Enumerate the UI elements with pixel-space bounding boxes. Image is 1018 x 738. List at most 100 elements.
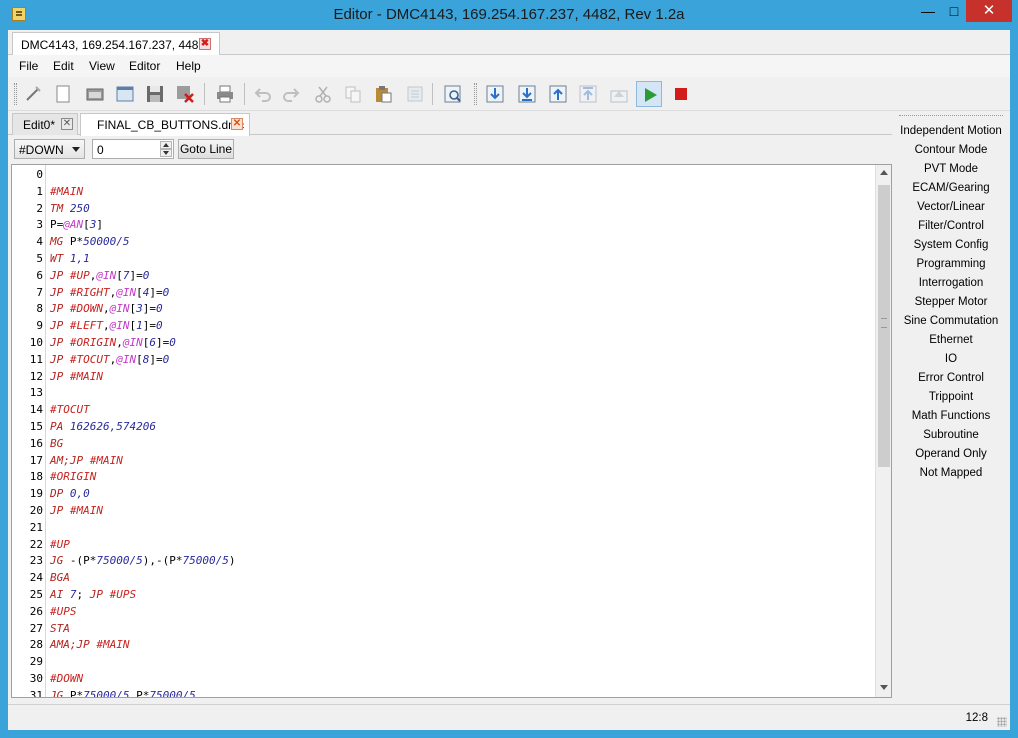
code-line[interactable]: BG [50, 436, 63, 453]
code-line[interactable]: JP #RIGHT,@IN[4]=0 [50, 285, 169, 302]
code-line[interactable]: TM 250 [50, 201, 90, 218]
title-bar[interactable]: Editor - DMC4143, 169.254.167.237, 4482,… [0, 0, 1018, 30]
code-line[interactable]: #UPS [50, 604, 77, 621]
tab-edit0[interactable]: Edit0* ✕ [12, 113, 78, 135]
code-line[interactable]: JG P*75000/5,P*75000/5 [50, 688, 196, 697]
category-item[interactable]: IO [896, 353, 1006, 365]
category-item[interactable]: Error Control [896, 372, 1006, 384]
code-line[interactable]: JP #LEFT,@IN[1]=0 [50, 318, 163, 335]
category-item[interactable]: Math Functions [896, 410, 1006, 422]
code-line[interactable]: AI 7; JP #UPS [50, 587, 136, 604]
code-line[interactable]: #TOCUT [50, 402, 90, 419]
save-button[interactable] [142, 81, 168, 107]
find-button[interactable] [440, 81, 466, 107]
code-line[interactable]: WT 1,1 [50, 251, 90, 268]
category-item[interactable]: Filter/Control [896, 220, 1006, 232]
minimize-button[interactable]: — [914, 0, 942, 22]
category-item[interactable]: Sine Commutation [896, 315, 1006, 327]
category-item[interactable]: Operand Only [896, 448, 1006, 460]
code-text-area[interactable]: #MAIN TM 250 P=@AN[3] MG P*50000/5 WT 1,1 JP … [50, 165, 876, 697]
category-item[interactable]: ECAM/Gearing [896, 182, 1006, 194]
upload-all-button[interactable] [575, 81, 601, 107]
category-item[interactable]: Independent Motion [896, 125, 1006, 137]
code-line[interactable]: P=@AN[3] [50, 217, 103, 234]
category-item[interactable]: System Config [896, 239, 1006, 251]
open-file-button[interactable] [112, 81, 138, 107]
code-line[interactable]: AMA;JP #MAIN [50, 637, 130, 654]
paste-button[interactable] [370, 81, 396, 107]
code-line[interactable]: #ORIGIN [50, 469, 96, 486]
print-button[interactable] [212, 81, 238, 107]
menu-file[interactable]: File [19, 59, 38, 73]
menu-help[interactable]: Help [176, 59, 201, 73]
undo-button[interactable] [250, 81, 276, 107]
cut-button[interactable] [310, 81, 336, 107]
eject-button[interactable] [606, 81, 632, 107]
scrollbar-thumb[interactable] [878, 185, 890, 467]
code-line[interactable]: #UP [50, 537, 70, 554]
vertical-scrollbar[interactable] [875, 165, 891, 697]
resize-grip-icon[interactable] [997, 717, 1007, 727]
close-window-button[interactable]: ✕ [966, 0, 1012, 22]
spin-up-icon[interactable] [160, 141, 172, 149]
close-tab-icon[interactable]: ✕ [231, 118, 243, 130]
new-button[interactable] [20, 81, 46, 107]
code-line[interactable]: JP #MAIN [50, 503, 103, 520]
new-document-button[interactable] [50, 81, 76, 107]
connection-tab[interactable]: DMC4143, 169.254.167.237, 4482 ✖ [12, 32, 220, 55]
code-line[interactable]: MG P*50000/5 [50, 234, 129, 251]
goto-line-button[interactable]: Goto Line [178, 139, 234, 159]
scroll-up-icon[interactable] [880, 170, 888, 176]
download-all-button[interactable] [514, 81, 540, 107]
maximize-button[interactable]: □ [942, 0, 966, 22]
category-item[interactable]: Stepper Motor [896, 296, 1006, 308]
code-line[interactable]: BGA [50, 570, 70, 587]
menu-view[interactable]: View [89, 59, 115, 73]
stop-button[interactable] [668, 81, 694, 107]
category-item[interactable]: Programming [896, 258, 1006, 270]
category-item[interactable]: Not Mapped [896, 467, 1006, 479]
close-file-button[interactable] [172, 81, 198, 107]
close-tab-icon[interactable]: ✖ [199, 38, 211, 50]
code-line[interactable]: JP #ORIGIN,@IN[6]=0 [50, 335, 176, 352]
upload-button[interactable] [545, 81, 571, 107]
code-line[interactable]: #MAIN [50, 184, 83, 201]
category-item[interactable]: PVT Mode [896, 163, 1006, 175]
spin-down-icon[interactable] [160, 149, 172, 157]
toolbar-grip[interactable] [14, 83, 17, 105]
code-line[interactable]: AM;JP #MAIN [50, 453, 123, 470]
category-item[interactable]: Vector/Linear [896, 201, 1006, 213]
category-item[interactable]: Trippoint [896, 391, 1006, 403]
menu-edit[interactable]: Edit [53, 59, 74, 73]
code-line[interactable]: JP #DOWN,@IN[3]=0 [50, 301, 163, 318]
download-button[interactable] [482, 81, 508, 107]
code-line[interactable]: JP #MAIN [50, 369, 103, 386]
run-button[interactable] [636, 81, 662, 107]
code-token: ] [96, 218, 103, 232]
code-line[interactable]: JP #UP,@IN[7]=0 [50, 268, 149, 285]
panel-grip[interactable] [899, 115, 1003, 117]
code-line[interactable]: DP 0,0 [50, 486, 90, 503]
category-item[interactable]: Subroutine [896, 429, 1006, 441]
toolbar-grip[interactable] [474, 83, 477, 105]
code-line[interactable]: JP #TOCUT,@IN[8]=0 [50, 352, 169, 369]
open-folder-button[interactable] [82, 81, 108, 107]
redo-button[interactable] [278, 81, 304, 107]
close-tab-icon[interactable]: ✕ [61, 118, 73, 130]
code-editor[interactable]: 0 1 2 3 4 5 6 7 8 9 10 11 12 13 14 15 16 17 18 19 20 21 22 23 24… [11, 164, 892, 698]
code-line[interactable]: STA [50, 621, 70, 638]
code-token: JP [50, 352, 64, 366]
category-item[interactable]: Contour Mode [896, 144, 1006, 156]
category-item[interactable]: Ethernet [896, 334, 1006, 346]
scroll-down-icon[interactable] [880, 685, 888, 691]
tab-final-cb-buttons[interactable]: FINAL_CB_BUTTONS.dmc ✕ [80, 113, 250, 136]
category-item[interactable]: Interrogation [896, 277, 1006, 289]
code-line[interactable]: #DOWN [50, 671, 83, 688]
code-line[interactable]: PA 162626,574206 [50, 419, 156, 436]
line-number-spinbox[interactable]: 0 [92, 139, 174, 159]
code-line[interactable]: JG -(P*75000/5),-(P*75000/5) [50, 553, 235, 570]
label-dropdown[interactable]: #DOWN [14, 139, 85, 159]
menu-editor[interactable]: Editor [129, 59, 160, 73]
select-all-button[interactable] [402, 81, 428, 107]
copy-button[interactable] [340, 81, 366, 107]
